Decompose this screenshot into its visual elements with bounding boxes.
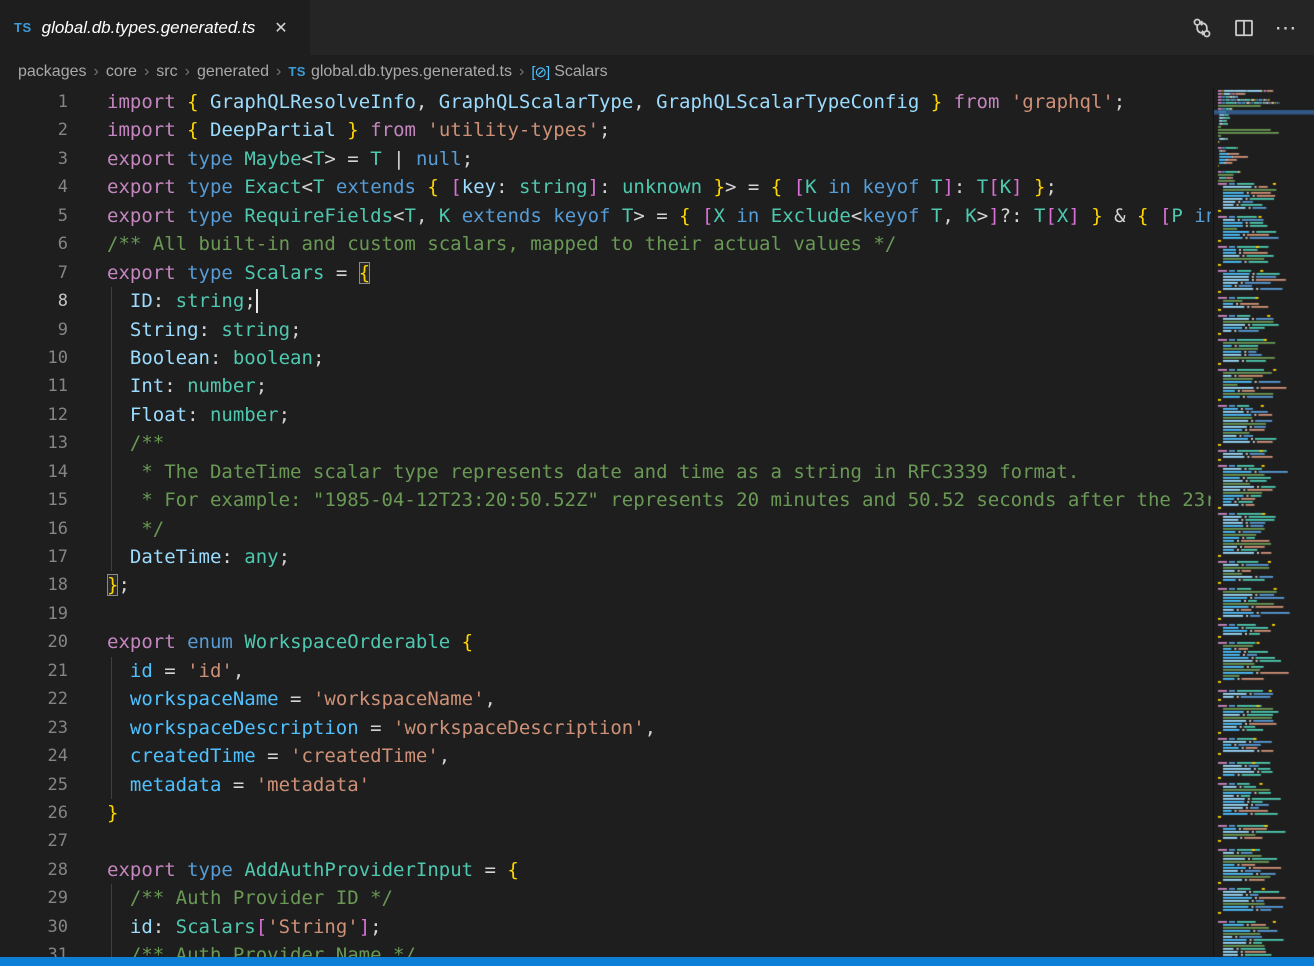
line-number: 24 <box>0 742 68 770</box>
line-number: 2 <box>0 116 68 144</box>
code-line-13[interactable]: 13 /** <box>0 429 1211 457</box>
code-line-21[interactable]: 21 id = 'id', <box>0 657 1211 685</box>
code-line-19[interactable]: 19 <box>0 600 1211 628</box>
tab-global-db-types-generated-ts[interactable]: TS global.db.types.generated.ts ✕ <box>0 0 310 55</box>
code-line-4[interactable]: 4export type Exact<T extends { [key: str… <box>0 173 1211 201</box>
line-number: 11 <box>0 372 68 400</box>
line-number: 20 <box>0 628 68 656</box>
breadcrumb-label: generated <box>197 63 269 81</box>
code-line-25[interactable]: 25 metadata = 'metadata' <box>0 771 1211 799</box>
code-line-16[interactable]: 16 */ <box>0 515 1211 543</box>
line-number: 23 <box>0 714 68 742</box>
editor-area[interactable]: 1import { GraphQLResolveInfo, GraphQLSca… <box>0 88 1211 966</box>
line-number: 30 <box>0 913 68 941</box>
code-line-18[interactable]: 18}; <box>0 571 1211 599</box>
line-number: 7 <box>0 259 68 287</box>
code-line-26[interactable]: 26} <box>0 799 1211 827</box>
line-number: 28 <box>0 856 68 884</box>
line-number: 27 <box>0 827 68 855</box>
breadcrumb-item-generated[interactable]: generated <box>197 63 269 81</box>
breadcrumb-item-packages[interactable]: packages <box>18 63 87 81</box>
line-number: 26 <box>0 799 68 827</box>
code-line-20[interactable]: 20export enum WorkspaceOrderable { <box>0 628 1211 656</box>
breadcrumb-item-global-db-types-generated-ts[interactable]: TS global.db.types.generated.ts <box>288 63 512 81</box>
line-number: 25 <box>0 771 68 799</box>
breadcrumb-label: Scalars <box>554 63 607 81</box>
symbol-type-icon: [⊘] <box>531 63 549 81</box>
breadcrumb-item-src[interactable]: src <box>156 63 177 81</box>
code-line-29[interactable]: 29 /** Auth Provider ID */ <box>0 884 1211 912</box>
ts-file-icon: TS <box>288 64 306 79</box>
code-line-8[interactable]: 8 ID: string; <box>0 287 1211 315</box>
status-bar <box>0 957 1314 966</box>
code-line-1[interactable]: 1import { GraphQLResolveInfo, GraphQLSca… <box>0 88 1211 116</box>
line-number: 8 <box>0 287 68 315</box>
line-number: 6 <box>0 230 68 258</box>
code-line-6[interactable]: 6/** All built-in and custom scalars, ma… <box>0 230 1211 258</box>
chevron-right-icon: › <box>185 63 190 81</box>
code-line-23[interactable]: 23 workspaceDescription = 'workspaceDesc… <box>0 714 1211 742</box>
code-line-12[interactable]: 12 Float: number; <box>0 401 1211 429</box>
code-line-9[interactable]: 9 String: string; <box>0 316 1211 344</box>
code-line-24[interactable]: 24 createdTime = 'createdTime', <box>0 742 1211 770</box>
chevron-right-icon: › <box>519 63 524 81</box>
code-line-17[interactable]: 17 DateTime: any; <box>0 543 1211 571</box>
line-number: 4 <box>0 173 68 201</box>
minimap[interactable] <box>1213 88 1314 966</box>
code-line-28[interactable]: 28export type AddAuthProviderInput = { <box>0 856 1211 884</box>
open-changes-icon[interactable] <box>1188 14 1216 42</box>
breadcrumb-item-core[interactable]: core <box>106 63 137 81</box>
split-editor-icon[interactable] <box>1230 14 1258 42</box>
line-number: 14 <box>0 458 68 486</box>
breadcrumb: packages › core › src › generated › TS global.db.… <box>0 55 1314 88</box>
code-line-14[interactable]: 14 * The DateTime scalar type represents… <box>0 458 1211 486</box>
line-number: 3 <box>0 145 68 173</box>
breadcrumb-item-scalars[interactable]: [⊘] Scalars <box>531 63 607 81</box>
code-line-7[interactable]: 7export type Scalars = { <box>0 259 1211 287</box>
close-icon[interactable]: ✕ <box>271 16 290 40</box>
breadcrumb-label: packages <box>18 63 87 81</box>
tab-title: global.db.types.generated.ts <box>42 18 256 38</box>
code-line-10[interactable]: 10 Boolean: boolean; <box>0 344 1211 372</box>
line-number: 9 <box>0 316 68 344</box>
code-line-11[interactable]: 11 Int: number; <box>0 372 1211 400</box>
breadcrumb-label: src <box>156 63 177 81</box>
line-number: 16 <box>0 515 68 543</box>
line-number: 18 <box>0 571 68 599</box>
more-actions-icon[interactable]: ⋯ <box>1272 14 1300 42</box>
code-line-5[interactable]: 5export type RequireFields<T, K extends … <box>0 202 1211 230</box>
code-line-3[interactable]: 3export type Maybe<T> = T | null; <box>0 145 1211 173</box>
code-line-22[interactable]: 22 workspaceName = 'workspaceName', <box>0 685 1211 713</box>
code-line-2[interactable]: 2import { DeepPartial } from 'utility-ty… <box>0 116 1211 144</box>
chevron-right-icon: › <box>144 63 149 81</box>
code-line-30[interactable]: 30 id: Scalars['String']; <box>0 913 1211 941</box>
breadcrumb-label: core <box>106 63 137 81</box>
code-line-27[interactable]: 27 <box>0 827 1211 855</box>
breadcrumb-label: global.db.types.generated.ts <box>311 63 512 81</box>
ts-file-icon: TS <box>14 20 32 35</box>
code-line-15[interactable]: 15 * For example: "1985-04-12T23:20:50.5… <box>0 486 1211 514</box>
line-number: 21 <box>0 657 68 685</box>
line-number: 12 <box>0 401 68 429</box>
line-number: 5 <box>0 202 68 230</box>
line-number: 10 <box>0 344 68 372</box>
line-number: 1 <box>0 88 68 116</box>
chevron-right-icon: › <box>94 63 99 81</box>
text-cursor <box>256 289 258 313</box>
line-number: 29 <box>0 884 68 912</box>
line-number: 13 <box>0 429 68 457</box>
line-number: 19 <box>0 600 68 628</box>
line-number: 15 <box>0 486 68 514</box>
line-number: 22 <box>0 685 68 713</box>
tab-bar: TS global.db.types.generated.ts ✕ ⋯ <box>0 0 1314 55</box>
editor-actions: ⋯ <box>1188 0 1314 55</box>
chevron-right-icon: › <box>276 63 281 81</box>
line-number: 17 <box>0 543 68 571</box>
